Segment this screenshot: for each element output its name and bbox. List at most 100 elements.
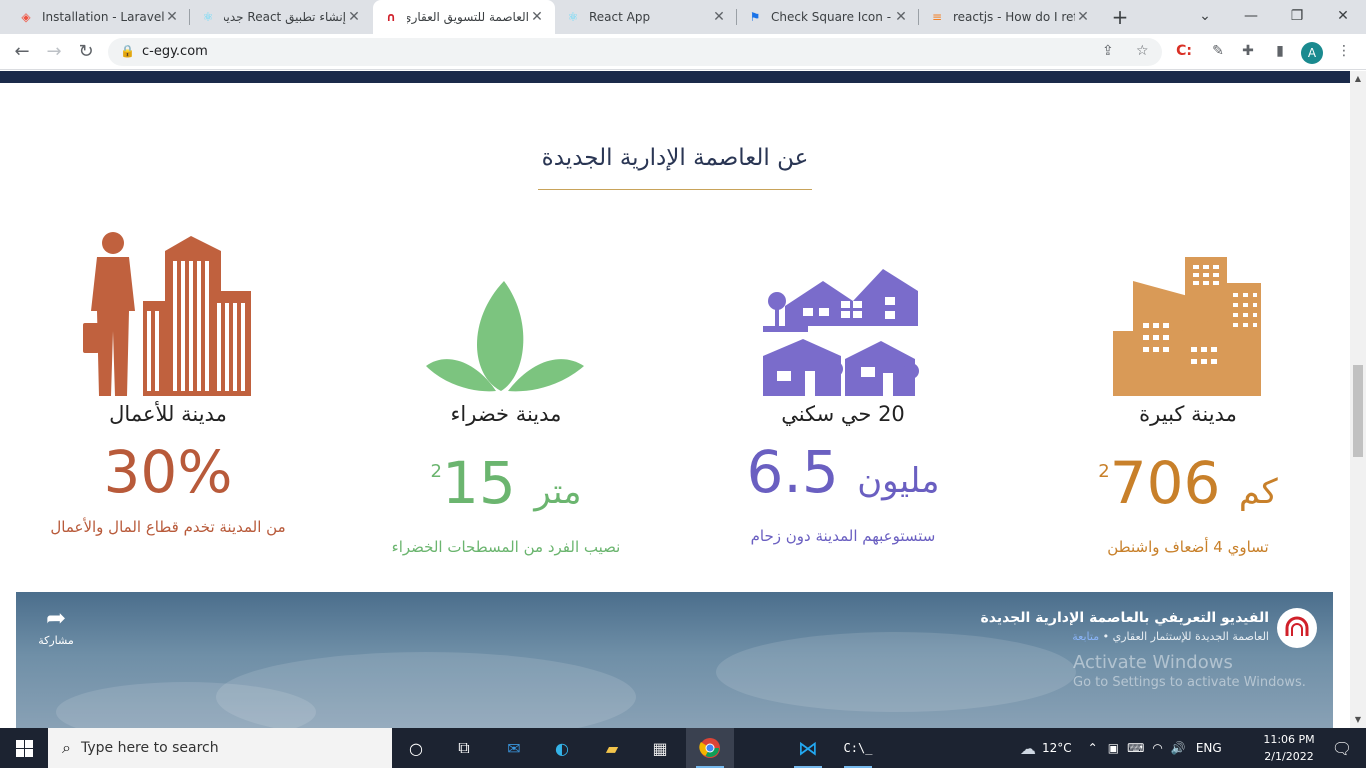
wifi-icon[interactable]: ◠ xyxy=(1152,741,1162,755)
extension-eyedropper-icon[interactable]: ✎ xyxy=(1208,43,1228,59)
businessman-icon xyxy=(83,232,251,396)
file-explorer-icon[interactable]: ▰ xyxy=(588,728,636,768)
c-egy-icon: ∩ xyxy=(386,10,396,24)
close-window-button[interactable]: ✕ xyxy=(1320,0,1366,34)
forward-button[interactable]: → xyxy=(40,38,68,66)
activate-title: Activate Windows xyxy=(1073,652,1233,673)
language-indicator[interactable]: ENG xyxy=(1196,741,1222,755)
stat-label: 20 حي سكني xyxy=(781,402,905,426)
header-strip xyxy=(0,71,1350,83)
stat-unit: متر xyxy=(534,472,582,512)
share-page-icon[interactable]: ⇪ xyxy=(1102,43,1114,59)
title-underline xyxy=(538,189,812,190)
stat-unit: مليون xyxy=(857,461,940,501)
cortana-button[interactable]: ○ xyxy=(392,728,440,768)
stackoverflow-icon: ≡ xyxy=(931,10,943,24)
stat-label: مدينة خضراء xyxy=(450,402,562,426)
chrome-logo-icon xyxy=(699,738,720,758)
mail-icon[interactable]: ✉ xyxy=(490,728,538,768)
tab-title: Check Square Icon - R xyxy=(771,10,893,24)
clock-time: 11:06 PM xyxy=(1263,733,1315,746)
tab-c-egy[interactable]: ∩ العاصمة للتسويق العقاري ✕ xyxy=(373,0,555,34)
tray-overflow-icon[interactable]: ⌃ xyxy=(1088,741,1098,755)
city-buildings-icon xyxy=(1113,257,1261,396)
video-share-button[interactable]: ➦ مشاركة xyxy=(38,606,74,647)
taskbar-search[interactable]: ⌕ Type here to search xyxy=(48,728,392,768)
channel-name[interactable]: العاصمة الجديدة للإستثمار العقاري xyxy=(1113,630,1269,643)
channel-logo[interactable] xyxy=(1277,608,1317,648)
scroll-up-arrow[interactable]: ▲ xyxy=(1350,71,1366,87)
close-icon[interactable]: ✕ xyxy=(346,9,362,25)
vscode-icon[interactable]: ⋈ xyxy=(784,728,832,768)
chrome-icon[interactable] xyxy=(686,728,734,768)
tab-title: reactjs - How do I refe xyxy=(953,10,1075,24)
stat-green-city: مدينة خضراء 2 متر 15 نصيب الفرد من المسطح… xyxy=(356,231,656,556)
close-icon[interactable]: ✕ xyxy=(893,9,909,25)
intro-video-player[interactable]: ➦ مشاركة الفيديو التعريفي بالعاصمة الإدا… xyxy=(16,592,1333,728)
houses-icon xyxy=(763,269,919,396)
start-button[interactable] xyxy=(0,728,48,768)
stat-value: 2 متر 15 xyxy=(356,440,656,524)
follow-link[interactable]: متابعة xyxy=(1072,630,1099,643)
activate-subtitle: Go to Settings to activate Windows. xyxy=(1073,675,1306,690)
search-placeholder: Type here to search xyxy=(80,740,219,756)
close-icon[interactable]: ✕ xyxy=(1075,9,1091,25)
weather-cloud-icon[interactable]: ☁ xyxy=(1020,739,1036,758)
section-title: عن العاصمة الإدارية الجديدة xyxy=(541,145,809,171)
meet-now-icon[interactable]: ▣ xyxy=(1108,741,1119,755)
stat-description: من المدينة تخدم قطاع المال والأعمال xyxy=(50,518,286,536)
stat-label: مدينة للأعمال xyxy=(109,402,227,426)
react-icon: ⚛ xyxy=(567,10,579,24)
address-bar[interactable]: 🔒 c-egy.com ⇪ ☆ xyxy=(108,38,1162,66)
tab-strip: ◈ Installation - Laravel - ✕ ⚛ إنشاء تطب… xyxy=(0,0,1366,34)
terminal-icon[interactable]: C:\_ xyxy=(834,728,882,768)
tab-react-app[interactable]: ⚛ React App ✕ xyxy=(555,0,737,34)
c-egy-logo-icon xyxy=(1285,616,1309,636)
volume-icon[interactable]: 🔊 xyxy=(1171,741,1186,755)
tab-title: إنشاء تطبيق React جديد xyxy=(224,10,346,24)
stat-label: مدينة كبيرة xyxy=(1139,402,1237,426)
stat-residential: 20 حي سكني مليون 6.5 ستستوعبهم المدينة د… xyxy=(693,231,993,545)
system-tray: ☁ 12°C ⌃ ▣ ⌨ ◠ 🔊 ENG xyxy=(1020,728,1222,768)
tab-stackoverflow[interactable]: ≡ reactjs - How do I refe ✕ xyxy=(919,0,1101,34)
bookmark-star-icon[interactable]: ☆ xyxy=(1136,43,1149,59)
tab-react-new[interactable]: ⚛ إنشاء تطبيق React جديد ✕ xyxy=(190,0,372,34)
lock-icon[interactable]: 🔒 xyxy=(120,44,135,58)
close-icon[interactable]: ✕ xyxy=(529,9,545,25)
store-icon[interactable]: ▦ xyxy=(636,728,684,768)
notification-center-icon[interactable]: 🗨 xyxy=(1318,728,1366,768)
tab-laravel[interactable]: ◈ Installation - Laravel - ✕ xyxy=(8,0,190,34)
share-label: مشاركة xyxy=(38,634,74,647)
weather-temperature[interactable]: 12°C xyxy=(1042,741,1072,755)
tab-title: العاصمة للتسويق العقاري xyxy=(407,10,529,24)
close-icon[interactable]: ✕ xyxy=(164,9,180,25)
extension-c-icon[interactable]: C: xyxy=(1174,43,1194,59)
back-button[interactable]: ← xyxy=(8,38,36,66)
windows-taskbar: ⌕ Type here to search ○ ⧉ ✉ ◐ ▰ ▦ ⋈ C:\_… xyxy=(0,728,1366,768)
scroll-down-arrow[interactable]: ▼ xyxy=(1350,712,1366,728)
system-clock[interactable]: 11:06 PM 2/1/2022 xyxy=(1256,731,1322,765)
video-title[interactable]: الفيديو التعريفي بالعاصمة الإدارية الجدي… xyxy=(980,610,1269,626)
profile-avatar[interactable]: A xyxy=(1301,42,1323,64)
page-scrollbar[interactable]: ▲ ▼ xyxy=(1350,71,1366,728)
keyboard-icon[interactable]: ⌨ xyxy=(1127,741,1144,755)
stat-description: تساوي 4 أضعاف واشنطن xyxy=(1107,538,1269,556)
stat-description: نصيب الفرد من المسطحات الخضراء xyxy=(391,538,621,556)
task-view-button[interactable]: ⧉ xyxy=(440,728,488,768)
extensions-puzzle-icon[interactable]: ✚ xyxy=(1238,43,1258,59)
stat-big-city: مدينة كبيرة 2 كم 706 تساوي 4 أضعاف واشنطن xyxy=(1038,231,1338,556)
reload-button[interactable]: ↻ xyxy=(72,38,100,66)
scroll-thumb[interactable] xyxy=(1353,365,1363,457)
minimize-button[interactable]: — xyxy=(1228,0,1274,34)
side-panel-icon[interactable]: ▮ xyxy=(1270,43,1290,59)
url-text[interactable]: c-egy.com xyxy=(142,44,208,59)
tab-search-button[interactable]: ⌄ xyxy=(1182,0,1228,34)
restore-button[interactable]: ❐ xyxy=(1274,0,1320,34)
tab-check-square[interactable]: ⚑ Check Square Icon - R ✕ xyxy=(737,0,919,34)
menu-kebab-icon[interactable]: ⋮ xyxy=(1334,43,1354,59)
new-tab-button[interactable]: + xyxy=(1108,5,1132,29)
edge-icon[interactable]: ◐ xyxy=(538,728,586,768)
stat-number: 15 xyxy=(441,449,516,517)
close-icon[interactable]: ✕ xyxy=(711,9,727,25)
browser-toolbar: ← → ↻ 🔒 c-egy.com ⇪ ☆ C: ✎ ✚ ▮ A ⋮ xyxy=(0,34,1366,70)
